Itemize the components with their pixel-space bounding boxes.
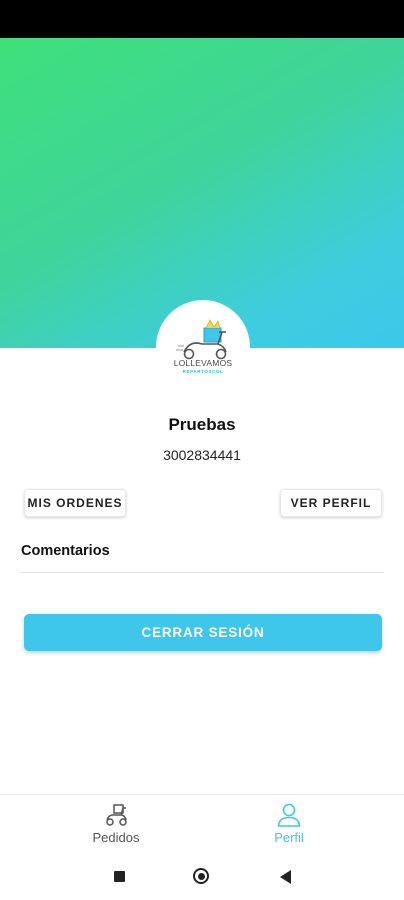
comments-item[interactable]: Comentarios [21, 543, 110, 559]
square-recents-icon[interactable] [114, 871, 125, 882]
profile-phone: 3002834441 [163, 447, 241, 463]
logo-tagline: REPARTOSCOL [182, 369, 224, 374]
bottom-navigation: Pedidos Perfil [0, 794, 404, 853]
view-profile-button[interactable]: VER PERFIL [280, 489, 382, 517]
tab-pedidos[interactable]: Pedidos [56, 795, 176, 853]
my-orders-button[interactable]: MIS ORDENES [24, 489, 126, 517]
profile-name: Pruebas [168, 415, 236, 434]
status-bar [0, 0, 404, 38]
logout-button[interactable]: CERRAR SESIÓN [24, 614, 382, 651]
circle-home-dot [198, 873, 205, 880]
delivery-scooter-icon [106, 804, 127, 826]
tab-pedidos-label: Pedidos [92, 830, 140, 845]
divider [21, 572, 384, 573]
logo-brand-text: LOLLEVAMOS [173, 358, 233, 368]
brand-logo: LOLLEVAMOS REPARTOSCOL [156, 300, 250, 394]
tab-perfil[interactable]: Perfil [229, 795, 349, 853]
system-navigation-bar [0, 853, 404, 900]
person-icon [277, 803, 301, 827]
tab-perfil-label: Perfil [274, 830, 304, 845]
scooter-logo-icon [176, 319, 227, 360]
triangle-back-icon[interactable] [280, 870, 291, 884]
